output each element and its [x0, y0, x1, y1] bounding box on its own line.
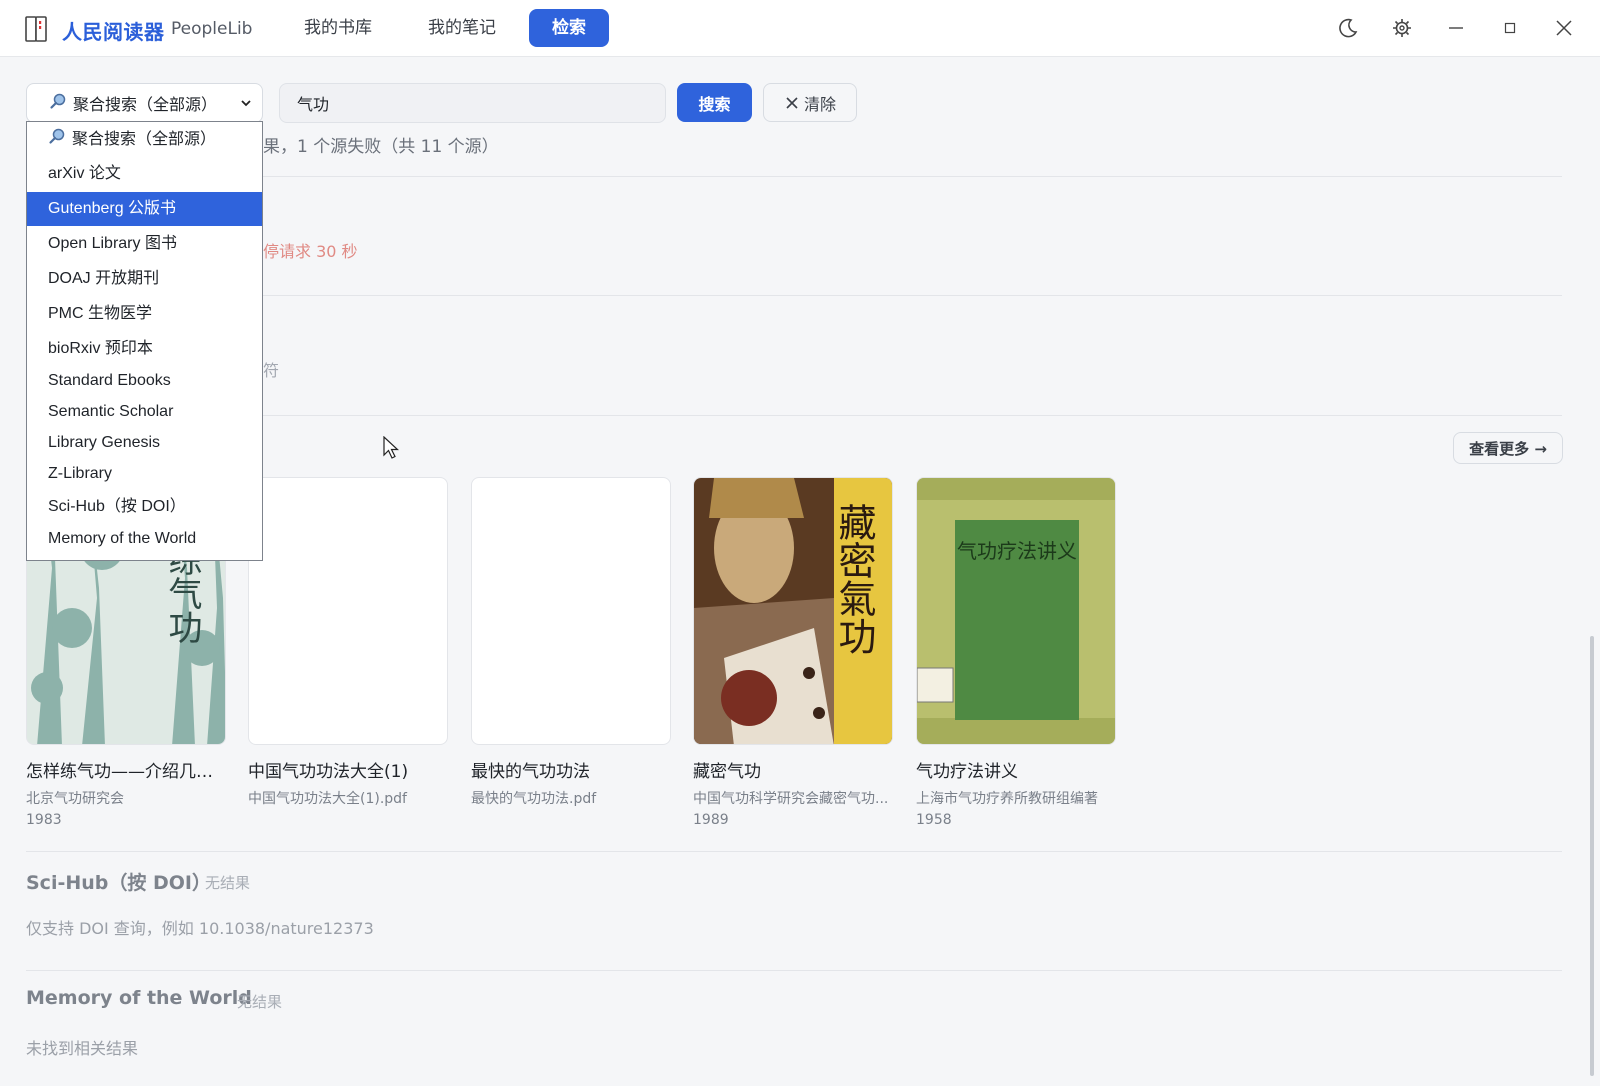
mouse-cursor-icon: [383, 436, 399, 459]
divider: [26, 851, 1562, 852]
dropdown-option[interactable]: DOAJ 开放期刊: [27, 262, 262, 296]
close-icon: [786, 96, 798, 109]
book-card[interactable]: 中国气功功法大全(1) 中国气功功法大全(1).pdf: [248, 477, 448, 808]
book-cover: 藏密氣功: [693, 477, 893, 745]
nav-search[interactable]: 检索: [529, 9, 609, 47]
book-title: 最快的气功功法: [471, 762, 590, 782]
book-cover: [471, 477, 671, 745]
dropdown-option[interactable]: Z-Library: [27, 457, 262, 491]
section-note-motw: 未找到相关结果: [26, 1039, 139, 1058]
app-subtitle: PeopleLib: [171, 19, 253, 39]
no-result-badge: 无结果: [205, 874, 251, 892]
book-cover: 气功疗法讲义: [916, 477, 1116, 745]
dropdown-option[interactable]: Semantic Scholar: [27, 395, 262, 429]
book-author: 最快的气功功法.pdf: [471, 791, 597, 807]
close-icon[interactable]: [1551, 15, 1577, 41]
maximize-icon[interactable]: [1497, 15, 1523, 41]
book-author: 北京气功研究会: [26, 791, 124, 807]
source-dropdown-list[interactable]: 聚合搜索（全部源） arXiv 论文 Gutenberg 公版书 Open Libra…: [26, 121, 263, 561]
dropdown-option[interactable]: PMC 生物医学: [27, 297, 262, 331]
dropdown-option[interactable]: Gutenberg 公版书: [27, 192, 262, 226]
source-select-value: 聚合搜索（全部源）: [73, 95, 218, 114]
dropdown-option[interactable]: Standard Ebooks: [27, 364, 262, 398]
section-title-scihub: Sci-Hub（按 DOI）: [26, 872, 211, 894]
scrollbar[interactable]: [1590, 636, 1594, 1076]
chevron-down-icon: [238, 95, 254, 115]
magnifier-icon: [49, 92, 67, 114]
search-button[interactable]: 搜索: [677, 83, 752, 122]
divider: [26, 970, 1562, 971]
gear-icon[interactable]: [1389, 15, 1415, 41]
moon-icon[interactable]: [1335, 15, 1361, 41]
dropdown-option[interactable]: arXiv 论文: [27, 157, 262, 191]
clear-button-label: 清除: [803, 94, 836, 114]
book-title: 怎样练气功——介绍几种...: [26, 762, 226, 782]
clear-button[interactable]: 清除: [763, 83, 857, 122]
book-cover: [248, 477, 448, 745]
book-card[interactable]: 气功疗法讲义 气功疗法讲义 上海市气功疗养所教研组编著 1958: [916, 477, 1116, 828]
book-card[interactable]: 最快的气功功法 最快的气功功法.pdf: [471, 477, 671, 808]
book-year: 1983: [26, 812, 62, 828]
svg-text:藏密氣功: 藏密氣功: [832, 503, 876, 655]
source-select[interactable]: 聚合搜索（全部源）: [26, 83, 263, 123]
book-card[interactable]: 藏密氣功 藏密气功 中国气功科学研究会藏密气功... 1989: [693, 477, 893, 828]
no-result-badge: 无结果: [237, 993, 283, 1011]
magnifier-icon: [48, 123, 66, 157]
title-bar: 人民阅读器 PeopleLib 我的书库 我的笔记 检索: [0, 0, 1600, 57]
book-title: 中国气功功法大全(1): [248, 762, 409, 782]
dropdown-option[interactable]: bioRxiv 预印本: [27, 332, 262, 366]
book-title: 藏密气功: [693, 762, 761, 782]
book-logo-icon: [25, 16, 47, 42]
dropdown-option[interactable]: 聚合搜索（全部源）: [27, 122, 262, 156]
book-author: 中国气功科学研究会藏密气功...: [693, 791, 889, 807]
dropdown-option[interactable]: Memory of the World: [27, 522, 262, 556]
nav-notes[interactable]: 我的笔记: [405, 9, 519, 47]
view-more-button[interactable]: 查看更多 →: [1453, 432, 1563, 464]
section-title-motw: Memory of the World: [26, 987, 252, 1009]
dropdown-option[interactable]: Open Library 图书: [27, 227, 262, 261]
dropdown-option[interactable]: Library Genesis: [27, 426, 262, 460]
dropdown-option[interactable]: Sci-Hub（按 DOI）: [27, 490, 262, 524]
book-author: 中国气功功法大全(1).pdf: [248, 791, 407, 807]
book-year: 1958: [916, 812, 952, 828]
book-year: 1989: [693, 812, 729, 828]
book-title: 气功疗法讲义: [916, 762, 1018, 782]
book-author: 上海市气功疗养所教研组编著: [916, 791, 1098, 807]
svg-text:气功疗法讲义: 气功疗法讲义: [957, 539, 1077, 563]
nav-library[interactable]: 我的书库: [281, 9, 395, 47]
search-input[interactable]: [279, 83, 666, 123]
app-name: 人民阅读器: [62, 20, 165, 44]
section-note-scihub: 仅支持 DOI 查询，例如 10.1038/nature12373: [26, 919, 374, 938]
minimize-icon[interactable]: [1443, 15, 1469, 41]
